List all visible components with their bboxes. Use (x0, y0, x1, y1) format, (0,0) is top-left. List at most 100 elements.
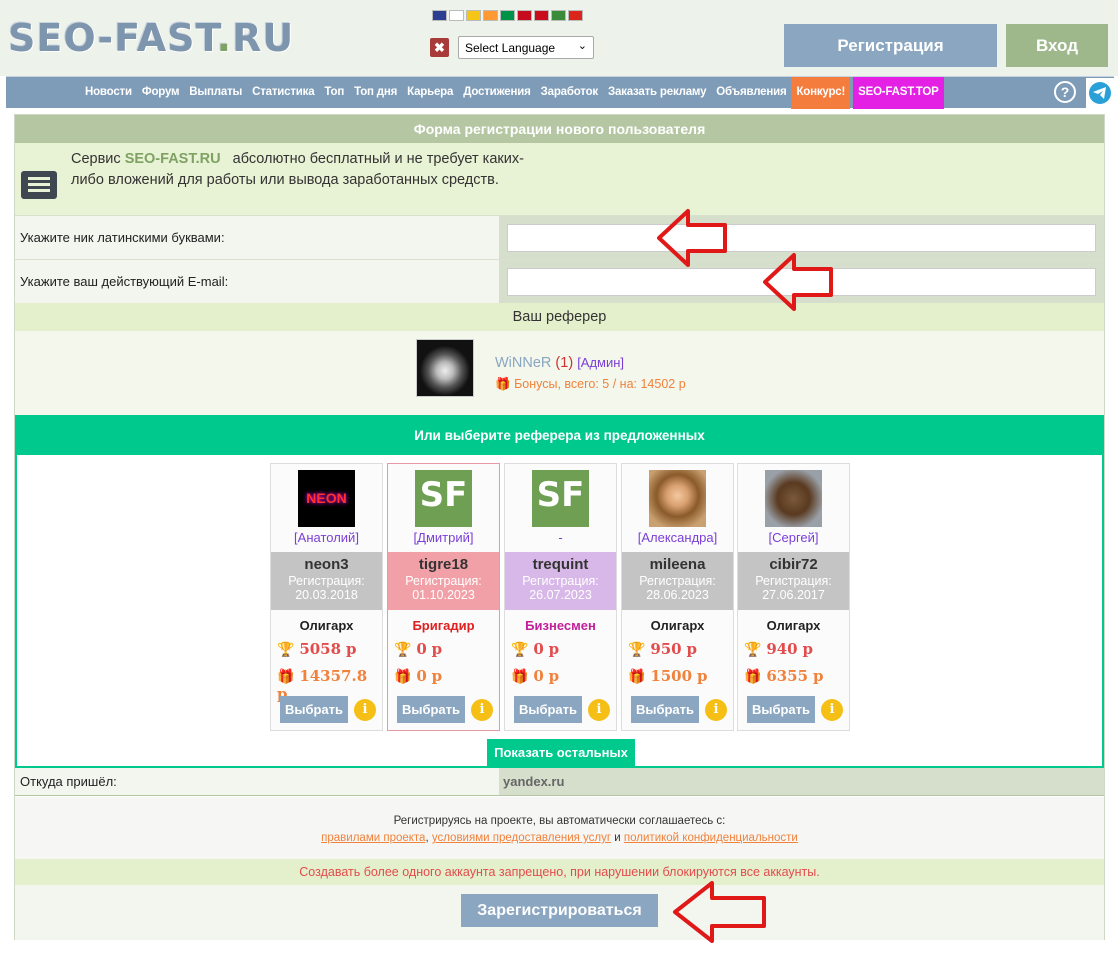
referer-card-info: neon3 Регистрация: 20.03.2018 (271, 552, 382, 610)
trophy-icon: 🏆 (628, 642, 646, 658)
nav-item[interactable]: Выплаты (184, 77, 247, 109)
form-title: Форма регистрации нового пользователя (15, 115, 1104, 143)
referer-card-login: cibir72 (769, 556, 818, 573)
referer-card-login: trequint (532, 556, 589, 573)
select-referer-button[interactable]: Выбрать (280, 696, 348, 723)
agreement-text: Регистрируясь на проекте, вы автоматичес… (393, 815, 726, 827)
select-referer-button[interactable]: Выбрать (747, 696, 815, 723)
referer-card-earned: 🏆 950 р (628, 640, 697, 658)
arrow-left-icon (657, 209, 727, 267)
close-icon[interactable]: ✖ (430, 38, 449, 57)
site-header: SEO-FAST.RU ✖ Select Language ⌄ Регистрац… (0, 0, 1118, 76)
referer-card-info: cibir72 Регистрация: 27.06.2017 (738, 552, 849, 610)
referer-card-bonus: 🎁 6355 р (744, 667, 824, 685)
info-icon[interactable]: i (588, 699, 610, 721)
referer-card-status: Олигарх (766, 618, 821, 633)
nav-item[interactable]: Объявления (711, 77, 791, 109)
flag-icon[interactable] (483, 10, 498, 21)
referer-card-login: neon3 (304, 556, 349, 573)
referer-card-avatar[interactable]: NEON (298, 470, 355, 527)
select-referer-button[interactable]: Выбрать (514, 696, 582, 723)
referer-card-status: Бригадир (412, 618, 475, 633)
source-row: Откуда пришёл: yandex.ru (15, 768, 1104, 796)
referer-card-earned: 🏆 0 р (394, 640, 443, 658)
info-icon[interactable]: i (705, 699, 727, 721)
referer-card-earned: 🏆 0 р (511, 640, 560, 658)
referer-card-reg-date: 20.03.2018 (295, 588, 358, 602)
referer-card-bonus: 🎁 1500 р (628, 667, 708, 685)
referer-card-avatar[interactable]: SF (415, 470, 472, 527)
referer-card-reg-date: 26.07.2023 (529, 588, 592, 602)
terms-link[interactable]: условиями предоставления услуг (432, 832, 611, 844)
choose-referer-box: Или выберите реферера из предложенных NE… (15, 415, 1104, 768)
submit-area: Зарегистрироваться (15, 885, 1104, 940)
referer-card-status: Бизнесмен (525, 618, 596, 633)
chevron-down-icon: ⌄ (577, 40, 587, 52)
nick-label: Укажите ник латинскими буквами: (15, 216, 499, 259)
trophy-icon: 🏆 (394, 642, 412, 658)
flag-icon[interactable] (534, 10, 549, 21)
referer-card: SF [Дмитрий] tigre18 Регистрация: 01.10.2023… (387, 463, 500, 731)
nav-item[interactable]: Статистика (247, 77, 319, 109)
login-button[interactable]: Вход (1006, 24, 1108, 67)
arrow-left-icon (763, 253, 833, 311)
info-icon[interactable]: i (354, 699, 376, 721)
nav-item[interactable]: Заработок (536, 77, 603, 109)
flag-icon[interactable] (466, 10, 481, 21)
referer-card-earned: 🏆 5058 р (277, 640, 357, 658)
email-row: Укажите ваш действующий E-mail: (15, 259, 1104, 303)
flag-icon[interactable] (517, 10, 532, 21)
referer-card: [Сергей] cibir72 Регистрация: 27.06.2017 Оли… (737, 463, 850, 731)
intro-block: Сервис SEO-FAST.RU абсолютно бесплатный … (15, 143, 1104, 215)
referer-bonus: 🎁 Бонусы, всего: 5 / на: 14502 р (495, 377, 686, 391)
referer-card-earned: 🏆 940 р (744, 640, 813, 658)
nav-item[interactable]: Заказать рекламу (603, 77, 711, 109)
nav-item[interactable]: Топ (319, 77, 349, 109)
submit-register-button[interactable]: Зарегистрироваться (461, 894, 658, 927)
select-referer-button[interactable]: Выбрать (397, 696, 465, 723)
info-icon[interactable]: i (821, 699, 843, 721)
referer-box: WiNNeR (1) [Админ] 🎁 Бонусы, всего: 5 / … (15, 331, 1104, 415)
register-button[interactable]: Регистрация (784, 24, 997, 67)
intro-text: Сервис SEO-FAST.RU абсолютно бесплатный … (71, 151, 524, 188)
nav-item[interactable]: Карьера (402, 77, 458, 109)
nav-item-contest[interactable]: Конкурс! (791, 77, 851, 109)
flag-icon[interactable] (551, 10, 566, 21)
referer-card-realname: [Анатолий] (294, 530, 359, 545)
referer-card-realname: [Дмитрий] (413, 530, 474, 545)
language-select[interactable]: Select Language ⌄ (458, 36, 594, 59)
info-icon[interactable]: i (471, 699, 493, 721)
help-icon[interactable]: ? (1054, 81, 1076, 103)
referer-card-avatar[interactable]: SF (532, 470, 589, 527)
nav-item[interactable]: Достижения (458, 77, 535, 109)
gift-icon: 🎁 (495, 377, 511, 391)
nav-item[interactable]: Форум (137, 77, 184, 109)
select-referer-button[interactable]: Выбрать (631, 696, 699, 723)
referer-card-bonus: 🎁 0 р (511, 667, 560, 685)
referer-avatar[interactable] (416, 339, 474, 397)
nick-input[interactable] (507, 224, 1096, 252)
source-label: Откуда пришёл: (15, 768, 499, 795)
flag-icon[interactable] (500, 10, 515, 21)
nav-item-seo-fast-top[interactable]: SEO-FAST.TOP (853, 77, 944, 109)
site-logo[interactable]: SEO-FAST.RU (8, 16, 294, 60)
rules-link[interactable]: правилами проекта (321, 832, 425, 844)
flag-icon[interactable] (449, 10, 464, 21)
referer-card-reg-label: Регистрация: (639, 574, 716, 588)
show-more-button[interactable]: Показать остальных (487, 739, 635, 767)
privacy-link[interactable]: политикой конфиденциальности (624, 832, 798, 844)
nav-item[interactable]: Топ дня (349, 77, 402, 109)
referer-card-info: tigre18 Регистрация: 01.10.2023 (388, 552, 499, 610)
telegram-icon (1089, 82, 1111, 104)
flag-icon[interactable] (568, 10, 583, 21)
flag-icon[interactable] (432, 10, 447, 21)
referer-card: NEON [Анатолий] neon3 Регистрация: 20.03.201… (270, 463, 383, 731)
nick-row: Укажите ник латинскими буквами: (15, 215, 1104, 259)
referer-card-avatar[interactable] (649, 470, 706, 527)
referer-card-avatar[interactable] (765, 470, 822, 527)
telegram-link[interactable] (1086, 78, 1114, 108)
nav-item[interactable]: Новости (80, 77, 137, 109)
gift-icon: 🎁 (277, 669, 295, 685)
referer-card: [Александра] mileena Регистрация: 28.06.202… (621, 463, 734, 731)
gift-icon: 🎁 (394, 669, 412, 685)
